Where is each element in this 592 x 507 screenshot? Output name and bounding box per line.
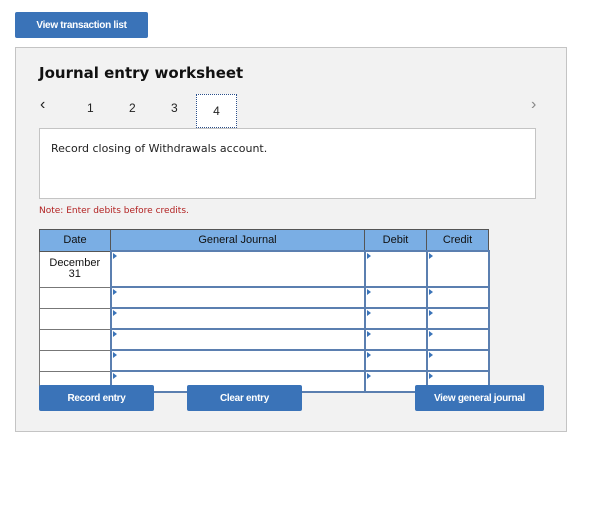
credit-input[interactable] — [425, 286, 490, 309]
note-text: Note: Enter debits before credits. — [39, 206, 189, 216]
account-input[interactable] — [109, 349, 366, 372]
credit-input[interactable] — [425, 349, 490, 372]
account-input[interactable] — [109, 286, 366, 309]
journal-table: Date General Journal Debit Credit Decemb… — [39, 229, 490, 393]
transaction-description: Record closing of Withdrawals account. — [39, 128, 536, 199]
view-transaction-list-button[interactable]: View transaction list — [15, 12, 148, 38]
date-cell — [39, 349, 111, 372]
table-row — [39, 328, 490, 351]
header-general-journal: General Journal — [110, 229, 365, 252]
worksheet-title: Journal entry worksheet — [39, 64, 244, 82]
debit-input[interactable] — [363, 349, 428, 372]
description-text: Record closing of Withdrawals account. — [51, 142, 268, 155]
chevron-left-icon[interactable]: ‹ — [40, 96, 45, 114]
tab-4-active[interactable]: 4 — [196, 94, 237, 128]
date-cell — [39, 286, 111, 309]
clear-entry-button[interactable]: Clear entry — [187, 385, 302, 411]
credit-input[interactable] — [425, 250, 490, 288]
tab-2[interactable]: 2 — [129, 101, 136, 115]
debit-input[interactable] — [363, 286, 428, 309]
account-input[interactable] — [109, 250, 366, 288]
record-entry-button[interactable]: Record entry — [39, 385, 154, 411]
debit-input[interactable] — [363, 250, 428, 288]
view-general-journal-button[interactable]: View general journal — [415, 385, 544, 411]
header-debit: Debit — [364, 229, 427, 252]
table-row — [39, 307, 490, 330]
debit-input[interactable] — [363, 328, 428, 351]
date-cell: December 31 — [39, 250, 111, 288]
credit-input[interactable] — [425, 328, 490, 351]
debit-input[interactable] — [363, 307, 428, 330]
tab-3[interactable]: 3 — [171, 101, 178, 115]
date-cell — [39, 328, 111, 351]
date-cell — [39, 307, 111, 330]
credit-input[interactable] — [425, 307, 490, 330]
table-row — [39, 286, 490, 309]
account-input[interactable] — [109, 307, 366, 330]
header-date: Date — [39, 229, 111, 252]
chevron-right-icon[interactable]: › — [531, 96, 536, 114]
table-row: December 31 — [39, 250, 490, 288]
account-input[interactable] — [109, 328, 366, 351]
table-row — [39, 349, 490, 372]
header-credit: Credit — [426, 229, 489, 252]
tab-1[interactable]: 1 — [87, 101, 94, 115]
